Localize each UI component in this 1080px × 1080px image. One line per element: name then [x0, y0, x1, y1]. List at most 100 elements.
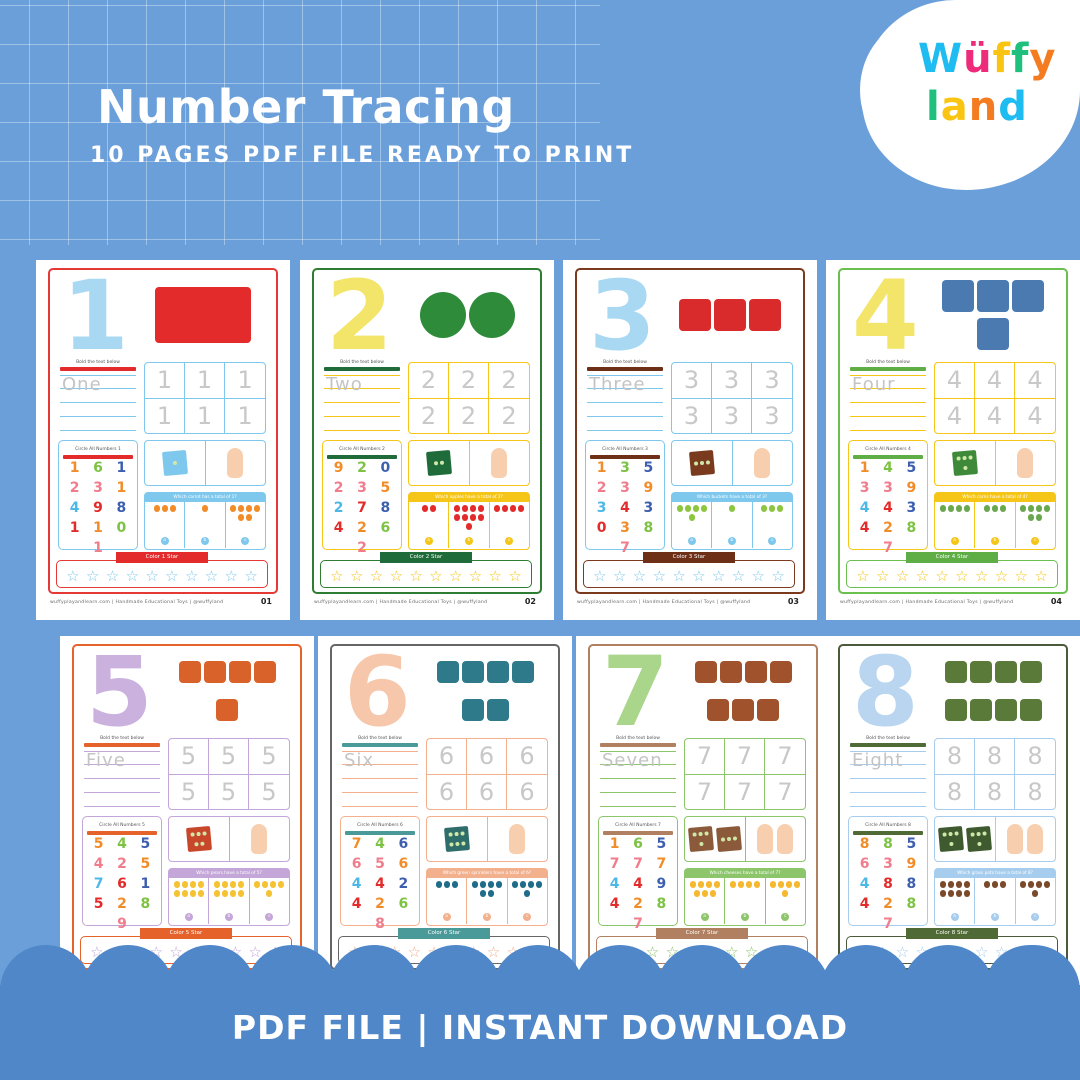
- circle-number: 1: [93, 520, 103, 536]
- counting-item: [221, 881, 228, 888]
- option-letter: c: [505, 537, 514, 545]
- circle-number: 7: [656, 856, 667, 872]
- circle-number: 8: [643, 520, 654, 536]
- counting-question-box: Which grass pots have a total of 8? a b c: [934, 868, 1056, 926]
- counting-item: [770, 881, 777, 888]
- circle-number: 4: [859, 500, 870, 516]
- counting-item: [1028, 881, 1035, 888]
- circle-number: 4: [117, 836, 127, 852]
- trace-cell: 3: [672, 398, 712, 433]
- star-icon: ☆: [409, 566, 423, 585]
- counting-item: [512, 881, 519, 888]
- scarecrow-icon: [938, 654, 1048, 728]
- counting-item: [469, 514, 476, 521]
- circle-number: 0: [380, 460, 391, 476]
- counting-item: [230, 505, 237, 512]
- trace-cell: 1: [185, 363, 225, 399]
- worksheet-page: 7 Bold the text below Seven 7 7 7 7 7 7 Circle Al…: [576, 636, 830, 996]
- counting-item: [963, 890, 970, 897]
- star-icon: ☆: [488, 566, 502, 585]
- circle-number: 5: [375, 856, 385, 872]
- writing-line: [850, 430, 926, 431]
- bold-text-label: Bold the text below: [76, 360, 120, 365]
- die-dot: [439, 460, 444, 465]
- circle-number: 1: [93, 540, 103, 556]
- counting-item: [213, 890, 220, 897]
- trace-cell: 7: [725, 739, 765, 775]
- hand-cell: [470, 441, 530, 485]
- option-letter: b: [990, 537, 999, 545]
- number-cloud: 1612314981101: [59, 452, 137, 556]
- bold-text-label: Bold the text below: [340, 360, 384, 365]
- counting-item: [477, 514, 484, 521]
- page-title: Number Tracing: [97, 80, 515, 134]
- question-header: Which cheeses have a total of 7?: [685, 869, 805, 878]
- writing-line: [587, 402, 663, 403]
- option-letter: a: [442, 913, 451, 921]
- counting-item: [963, 505, 970, 512]
- counting-item: [189, 890, 196, 897]
- die-dot: [433, 461, 438, 466]
- counting-item: [213, 881, 220, 888]
- dice-cell: [935, 441, 996, 485]
- trace-cell: 1: [185, 398, 225, 433]
- die-dot: [194, 842, 199, 847]
- bold-text-label: Bold the text below: [866, 360, 910, 365]
- number-cloud: 1657774494287: [599, 828, 677, 932]
- circle-number: 4: [859, 520, 870, 536]
- circle-number: 3: [883, 856, 893, 872]
- circle-number: 9: [333, 460, 344, 476]
- star-icon: ☆: [468, 566, 483, 585]
- writing-line: [60, 402, 136, 403]
- tracing-digit: 6: [344, 636, 411, 748]
- hand-cell: [996, 817, 1056, 861]
- logo-letter: y: [1029, 36, 1057, 82]
- star-icon: ☆: [632, 566, 647, 585]
- picture-item: [944, 699, 967, 722]
- picture-item: [732, 699, 754, 722]
- question-header: Which corns have a total of 4?: [935, 493, 1055, 502]
- counting-item: [983, 881, 990, 888]
- tracing-digit: 7: [602, 636, 669, 748]
- answer-option: c: [250, 878, 289, 924]
- logo-letter: d: [998, 84, 1028, 130]
- die-dot: [693, 461, 698, 466]
- option-letter: b: [200, 537, 209, 545]
- question-header: Which pears have a total of 5?: [169, 869, 289, 878]
- answer-options: a b c: [685, 878, 805, 924]
- counting-item: [266, 890, 273, 897]
- counting-item: [270, 881, 277, 888]
- counting-item: [173, 890, 180, 897]
- star-icon: ☆: [935, 566, 949, 585]
- digit-trace-grid: 222222: [408, 362, 530, 434]
- trace-cell: 1: [145, 363, 185, 399]
- counting-item: [701, 890, 708, 897]
- trace-cell: 2: [489, 363, 529, 399]
- answer-option: b: [975, 878, 1016, 924]
- circle-number: 6: [398, 896, 409, 912]
- writing-line: [324, 430, 400, 431]
- ribbon: [345, 831, 415, 835]
- dice-hand-box: [144, 440, 266, 486]
- die-dot: [460, 831, 465, 836]
- hand-icon: [754, 448, 771, 478]
- trace-cell: 8: [935, 739, 975, 775]
- writing-line: [850, 778, 926, 779]
- picture-item: [253, 660, 276, 683]
- tracing-digit: 1: [62, 260, 129, 372]
- circle-number: 1: [116, 460, 127, 476]
- hand-cell: [733, 441, 793, 485]
- circle-number: 4: [375, 876, 385, 892]
- basket-icon: [688, 654, 798, 728]
- hand-icon: [227, 448, 244, 478]
- trace-cell: 4: [975, 363, 1015, 399]
- star-icon: ☆: [429, 566, 443, 585]
- option-letter: b: [727, 537, 736, 545]
- trace-cell: 8: [935, 774, 975, 809]
- counting-item: [1044, 505, 1051, 512]
- die-icon: [951, 449, 978, 477]
- counting-item: [153, 505, 160, 512]
- hand-icon: [491, 448, 508, 478]
- picture-item: [216, 699, 238, 722]
- picture-item: [749, 299, 781, 331]
